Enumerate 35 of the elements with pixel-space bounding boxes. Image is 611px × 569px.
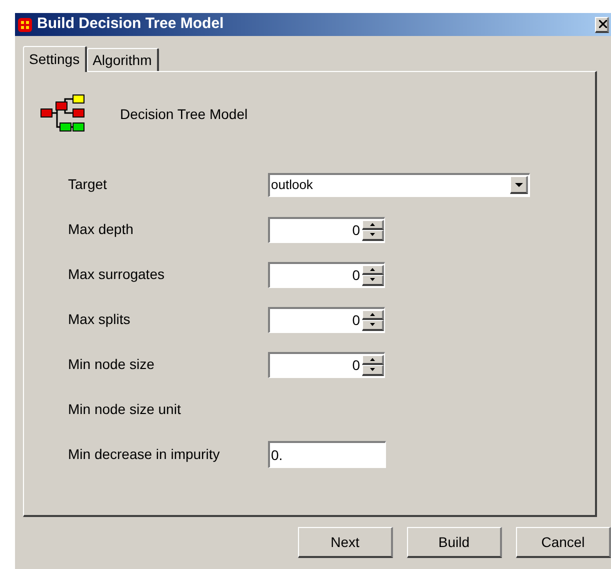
dialog-button[interactable]: Cancel <box>516 527 611 558</box>
spin-up-icon[interactable] <box>362 354 384 365</box>
tab[interactable]: Settings <box>23 46 87 72</box>
dialog-button[interactable]: Next <box>298 527 393 558</box>
field-label: Max splits <box>68 310 132 329</box>
field-label: Max depth <box>68 220 134 239</box>
spin-down-icon[interactable] <box>362 275 384 286</box>
spin-down-icon[interactable] <box>362 320 384 330</box>
spin-down-icon[interactable] <box>362 365 384 376</box>
number-spinner[interactable]: 0 <box>268 216 385 242</box>
number-spinner[interactable]: 0 <box>268 262 385 288</box>
text-field[interactable]: 0. <box>268 441 386 468</box>
target-dropdown[interactable]: outlook <box>268 172 530 196</box>
spinner-value: 0 <box>351 356 361 374</box>
model-label: Decision Tree Model <box>120 104 248 124</box>
number-spinner[interactable]: 0 <box>268 306 385 332</box>
spin-up-icon[interactable] <box>362 264 384 275</box>
spin-down-icon[interactable] <box>362 230 384 240</box>
dialog-button[interactable]: Build <box>407 527 502 558</box>
dropdown-value: outlook <box>270 176 314 194</box>
field-label: Min node size unit <box>68 400 182 419</box>
field-label: Target <box>68 175 108 194</box>
close-icon[interactable] <box>595 16 609 32</box>
field-label: Min node size <box>68 355 156 374</box>
field-label: Min decrease in impurity <box>68 445 221 464</box>
tab[interactable]: Algorithm <box>86 48 159 71</box>
spinner-value: 0 <box>351 310 361 330</box>
number-spinner[interactable]: 0 <box>268 352 385 378</box>
spin-up-icon[interactable] <box>362 220 384 230</box>
spinner-value: 0 <box>351 266 361 284</box>
tree-diagram-icon <box>40 94 86 134</box>
spin-up-icon[interactable] <box>362 310 384 320</box>
field-label: Max surrogates <box>68 265 166 284</box>
spinner-value: 0 <box>351 220 361 240</box>
window-title: Build Decision Tree Model <box>37 14 225 34</box>
